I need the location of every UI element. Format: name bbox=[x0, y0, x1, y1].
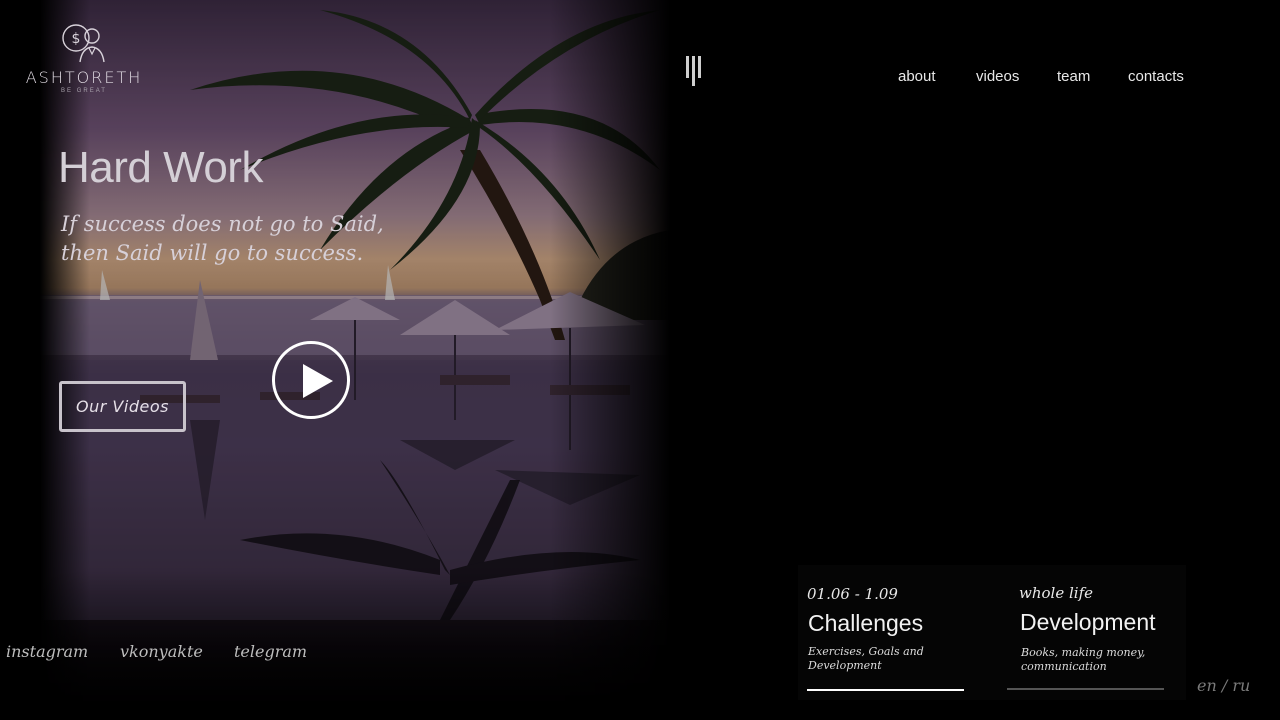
card-title: Challenges bbox=[808, 610, 924, 636]
program-cards: 01.06 - 1.09 Challenges Exercises, Goals… bbox=[798, 565, 1186, 700]
card-title: Development bbox=[1020, 609, 1156, 635]
card-date: 01.06 - 1.09 bbox=[807, 585, 898, 603]
nav-about[interactable]: about bbox=[898, 68, 936, 85]
page: $ ASHTORETH BE GREAT about videos team c… bbox=[0, 0, 1280, 720]
brand-name: ASHTORETH bbox=[25, 68, 143, 87]
card-progress-bar-active bbox=[807, 689, 964, 691]
menu-bar bbox=[692, 56, 695, 86]
social-instagram-link[interactable]: instagram bbox=[6, 642, 88, 661]
lang-separator: / bbox=[1221, 676, 1228, 695]
hero-quote-line-2: then Said will go to success. bbox=[61, 241, 364, 265]
play-icon bbox=[303, 364, 333, 398]
menu-toggle-icon[interactable] bbox=[684, 56, 708, 86]
language-switcher: en / ru bbox=[1197, 676, 1250, 695]
social-vkontakte-link[interactable]: vkonyakte bbox=[120, 642, 203, 661]
menu-bar bbox=[686, 56, 689, 78]
card-development[interactable]: whole life Development Books, making mon… bbox=[1007, 565, 1186, 700]
hero-title: Hard Work bbox=[58, 143, 263, 192]
businessman-logo-icon: $ bbox=[62, 24, 105, 63]
card-challenges[interactable]: 01.06 - 1.09 Challenges Exercises, Goals… bbox=[798, 565, 988, 700]
menu-bar bbox=[698, 56, 701, 78]
play-video-button[interactable] bbox=[272, 341, 350, 419]
lang-en-link[interactable]: en bbox=[1197, 676, 1217, 695]
nav-videos[interactable]: videos bbox=[976, 68, 1019, 85]
our-videos-button[interactable]: Our Videos bbox=[59, 381, 186, 432]
card-date: whole life bbox=[1019, 584, 1093, 602]
logo[interactable]: $ ASHTORETH BE GREAT bbox=[22, 20, 146, 94]
svg-text:$: $ bbox=[72, 31, 81, 47]
social-telegram-link[interactable]: telegram bbox=[234, 642, 307, 661]
lang-ru-link[interactable]: ru bbox=[1232, 676, 1250, 695]
hero-background-image bbox=[40, 0, 670, 720]
hero-quote: If success does not go to Said, then Sai… bbox=[61, 210, 384, 268]
card-description: Exercises, Goals and Development bbox=[808, 645, 924, 672]
card-description: Books, making money, communication bbox=[1021, 646, 1146, 673]
brand-tagline: BE GREAT bbox=[61, 88, 107, 94]
card-progress-bar bbox=[1007, 688, 1164, 690]
nav-contacts[interactable]: contacts bbox=[1128, 68, 1184, 85]
nav-team[interactable]: team bbox=[1057, 68, 1090, 85]
hero-quote-line-1: If success does not go to Said, bbox=[61, 212, 384, 236]
